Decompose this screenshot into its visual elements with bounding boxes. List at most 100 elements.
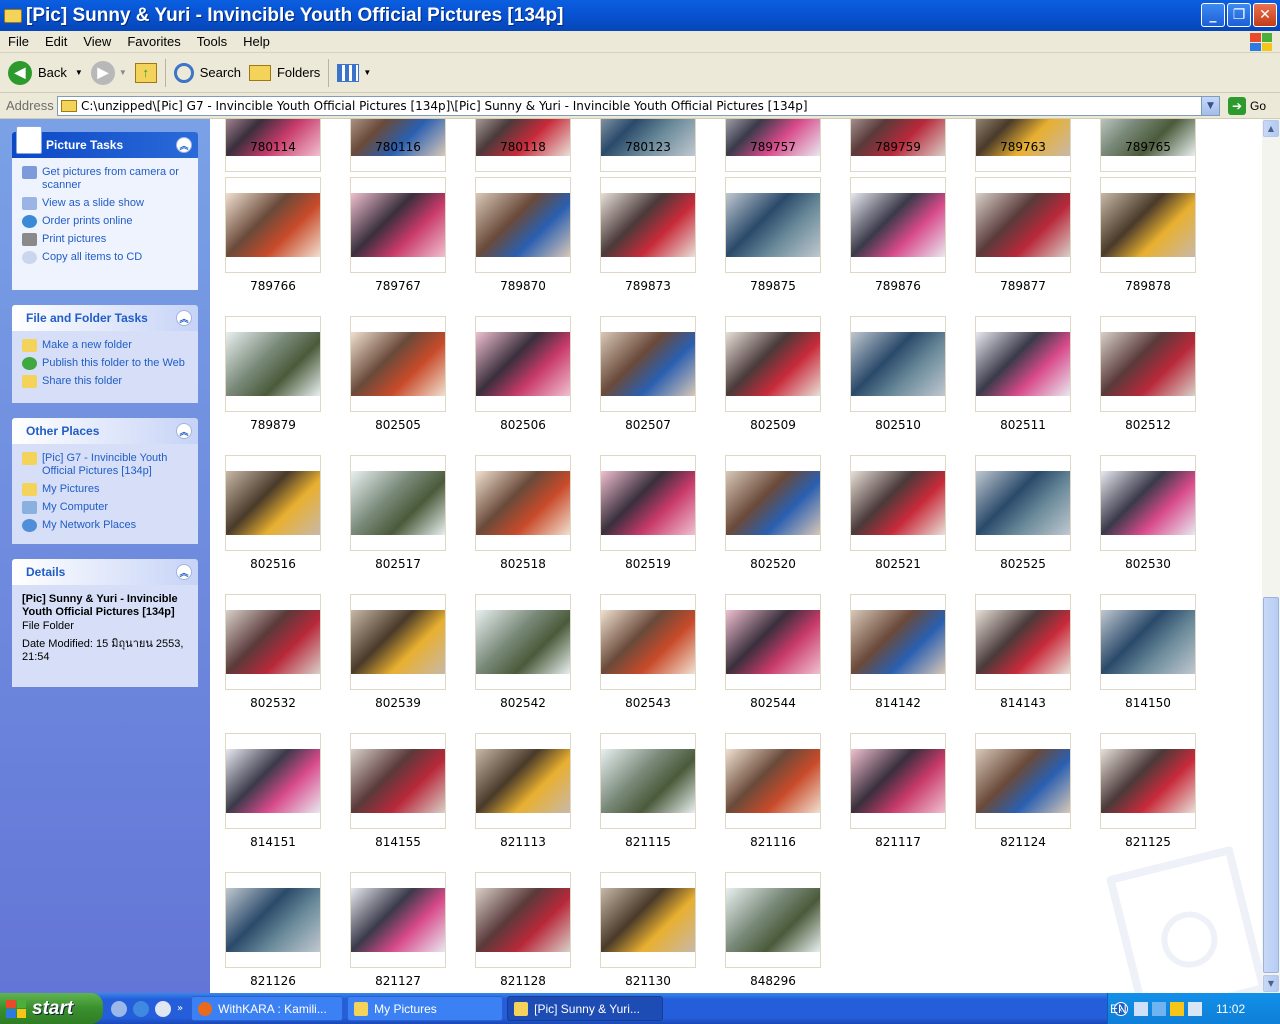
file-name[interactable]: 821125 <box>1078 835 1218 849</box>
place-network[interactable]: My Network Places <box>22 519 192 532</box>
file-name[interactable]: 802505 <box>328 418 468 432</box>
file-name[interactable]: 802544 <box>703 696 843 710</box>
file-name[interactable]: 821116 <box>703 835 843 849</box>
thumbnail[interactable] <box>975 316 1071 412</box>
address-dropdown-icon[interactable]: ▼ <box>1201 97 1219 115</box>
file-name[interactable]: 802543 <box>578 696 718 710</box>
thumbnail[interactable] <box>975 455 1071 551</box>
scroll-thumb[interactable] <box>1263 597 1279 973</box>
thumbnail[interactable] <box>1100 594 1196 690</box>
file-name[interactable]: 802532 <box>210 696 343 710</box>
thumbnail[interactable] <box>1100 733 1196 829</box>
thumbnail[interactable] <box>850 594 946 690</box>
other-places-header[interactable]: Other Places ︽ <box>12 418 198 444</box>
file-name[interactable]: 802509 <box>703 418 843 432</box>
maximize-button[interactable]: ❐ <box>1227 3 1251 27</box>
file-name[interactable]: 789757 <box>703 140 843 154</box>
file-name[interactable]: 821124 <box>953 835 1093 849</box>
file-name[interactable]: 789767 <box>328 279 468 293</box>
picture-tasks-header[interactable]: Picture Tasks ︽ <box>12 126 198 158</box>
file-name[interactable]: 780116 <box>328 140 468 154</box>
display-tray-icon[interactable] <box>1152 1001 1166 1016</box>
file-name[interactable]: 802539 <box>328 696 468 710</box>
thumbnail[interactable] <box>475 455 571 551</box>
menu-file[interactable]: File <box>0 34 37 49</box>
file-name[interactable]: 821130 <box>578 974 718 988</box>
file-name[interactable]: 802542 <box>453 696 593 710</box>
place-parent-folder[interactable]: [Pic] G7 - Invincible Youth Official Pic… <box>22 452 192 478</box>
scroll-up-button[interactable]: ▲ <box>1263 120 1279 137</box>
thumbnail[interactable] <box>1100 316 1196 412</box>
chevron-down-icon[interactable]: ▼ <box>119 68 127 77</box>
collapse-icon[interactable]: ︽ <box>176 423 192 439</box>
thumbnail[interactable] <box>975 594 1071 690</box>
file-name[interactable]: 802518 <box>453 557 593 571</box>
file-name[interactable]: 780123 <box>578 140 718 154</box>
file-name[interactable]: 821126 <box>210 974 343 988</box>
thumbnail[interactable] <box>350 872 446 968</box>
thumbnail[interactable] <box>475 177 571 273</box>
task-share-folder[interactable]: Share this folder <box>22 375 192 388</box>
file-folder-tasks-header[interactable]: File and Folder Tasks ︽ <box>12 305 198 331</box>
folders-button[interactable]: Folders <box>245 57 324 89</box>
menu-favorites[interactable]: Favorites <box>119 34 188 49</box>
thumbnail[interactable] <box>725 872 821 968</box>
file-name[interactable]: 802521 <box>828 557 968 571</box>
file-name[interactable]: 789875 <box>703 279 843 293</box>
clock[interactable]: 11:02 <box>1216 1002 1245 1016</box>
file-name[interactable]: 789878 <box>1078 279 1218 293</box>
thumbnail[interactable] <box>1100 455 1196 551</box>
thumbnail[interactable] <box>225 594 321 690</box>
go-button[interactable]: ➔ Go <box>1228 97 1266 115</box>
file-name[interactable]: 802510 <box>828 418 968 432</box>
thumbnail[interactable] <box>725 594 821 690</box>
file-name[interactable]: 789870 <box>453 279 593 293</box>
thumbnail[interactable] <box>600 455 696 551</box>
file-name[interactable]: 821115 <box>578 835 718 849</box>
quick-launch-chevron-icon[interactable]: » <box>177 1003 183 1014</box>
task-new-folder[interactable]: Make a new folder <box>22 339 192 352</box>
thumbnail[interactable] <box>975 177 1071 273</box>
file-name[interactable]: 814150 <box>1078 696 1218 710</box>
place-my-computer[interactable]: My Computer <box>22 501 192 514</box>
search-button[interactable]: Search <box>170 57 245 89</box>
file-name[interactable]: 814151 <box>210 835 343 849</box>
file-name[interactable]: 802520 <box>703 557 843 571</box>
file-name[interactable]: 848296 <box>703 974 843 988</box>
thumbnail[interactable] <box>600 177 696 273</box>
thumbnail[interactable] <box>850 733 946 829</box>
network-tray-icon[interactable] <box>1134 1001 1148 1016</box>
thumbnail[interactable] <box>600 733 696 829</box>
media-player-icon[interactable] <box>155 1000 171 1017</box>
thumbnail[interactable] <box>850 177 946 273</box>
file-view[interactable]: 780114 780116 780118 780123 789757 789759 7897… <box>210 119 1262 993</box>
thumbnail[interactable] <box>225 733 321 829</box>
collapse-icon[interactable]: ︽ <box>176 564 192 580</box>
task-slide-show[interactable]: View as a slide show <box>22 197 192 210</box>
thumbnail[interactable] <box>850 455 946 551</box>
title-bar[interactable]: [Pic] Sunny & Yuri - Invincible Youth Of… <box>0 0 1280 31</box>
start-button[interactable]: start <box>0 993 103 1024</box>
minimize-button[interactable]: _ <box>1201 3 1225 27</box>
thumbnail[interactable] <box>600 594 696 690</box>
back-button[interactable]: ◀ Back ▼ <box>4 57 87 89</box>
thumbnail[interactable] <box>475 316 571 412</box>
up-button[interactable]: ↑ <box>131 57 161 89</box>
task-copy-cd[interactable]: Copy all items to CD <box>22 251 192 264</box>
show-desktop-icon[interactable] <box>111 1000 127 1017</box>
file-name[interactable]: 789763 <box>953 140 1093 154</box>
menu-edit[interactable]: Edit <box>37 34 75 49</box>
file-name[interactable]: 821128 <box>453 974 593 988</box>
file-name[interactable]: 789766 <box>210 279 343 293</box>
menu-tools[interactable]: Tools <box>189 34 235 49</box>
language-indicator[interactable]: EN <box>1110 1002 1127 1016</box>
thumbnail[interactable] <box>350 594 446 690</box>
thumbnail[interactable] <box>225 177 321 273</box>
thumbnail[interactable] <box>475 733 571 829</box>
menu-view[interactable]: View <box>75 34 119 49</box>
internet-explorer-icon[interactable] <box>133 1000 149 1017</box>
file-name[interactable]: 789759 <box>828 140 968 154</box>
vertical-scrollbar[interactable]: ▲ ▼ <box>1262 119 1280 993</box>
warning-tray-icon[interactable] <box>1170 1001 1184 1016</box>
task-button-firefox[interactable]: WithKARA : Kamili... <box>191 996 344 1021</box>
